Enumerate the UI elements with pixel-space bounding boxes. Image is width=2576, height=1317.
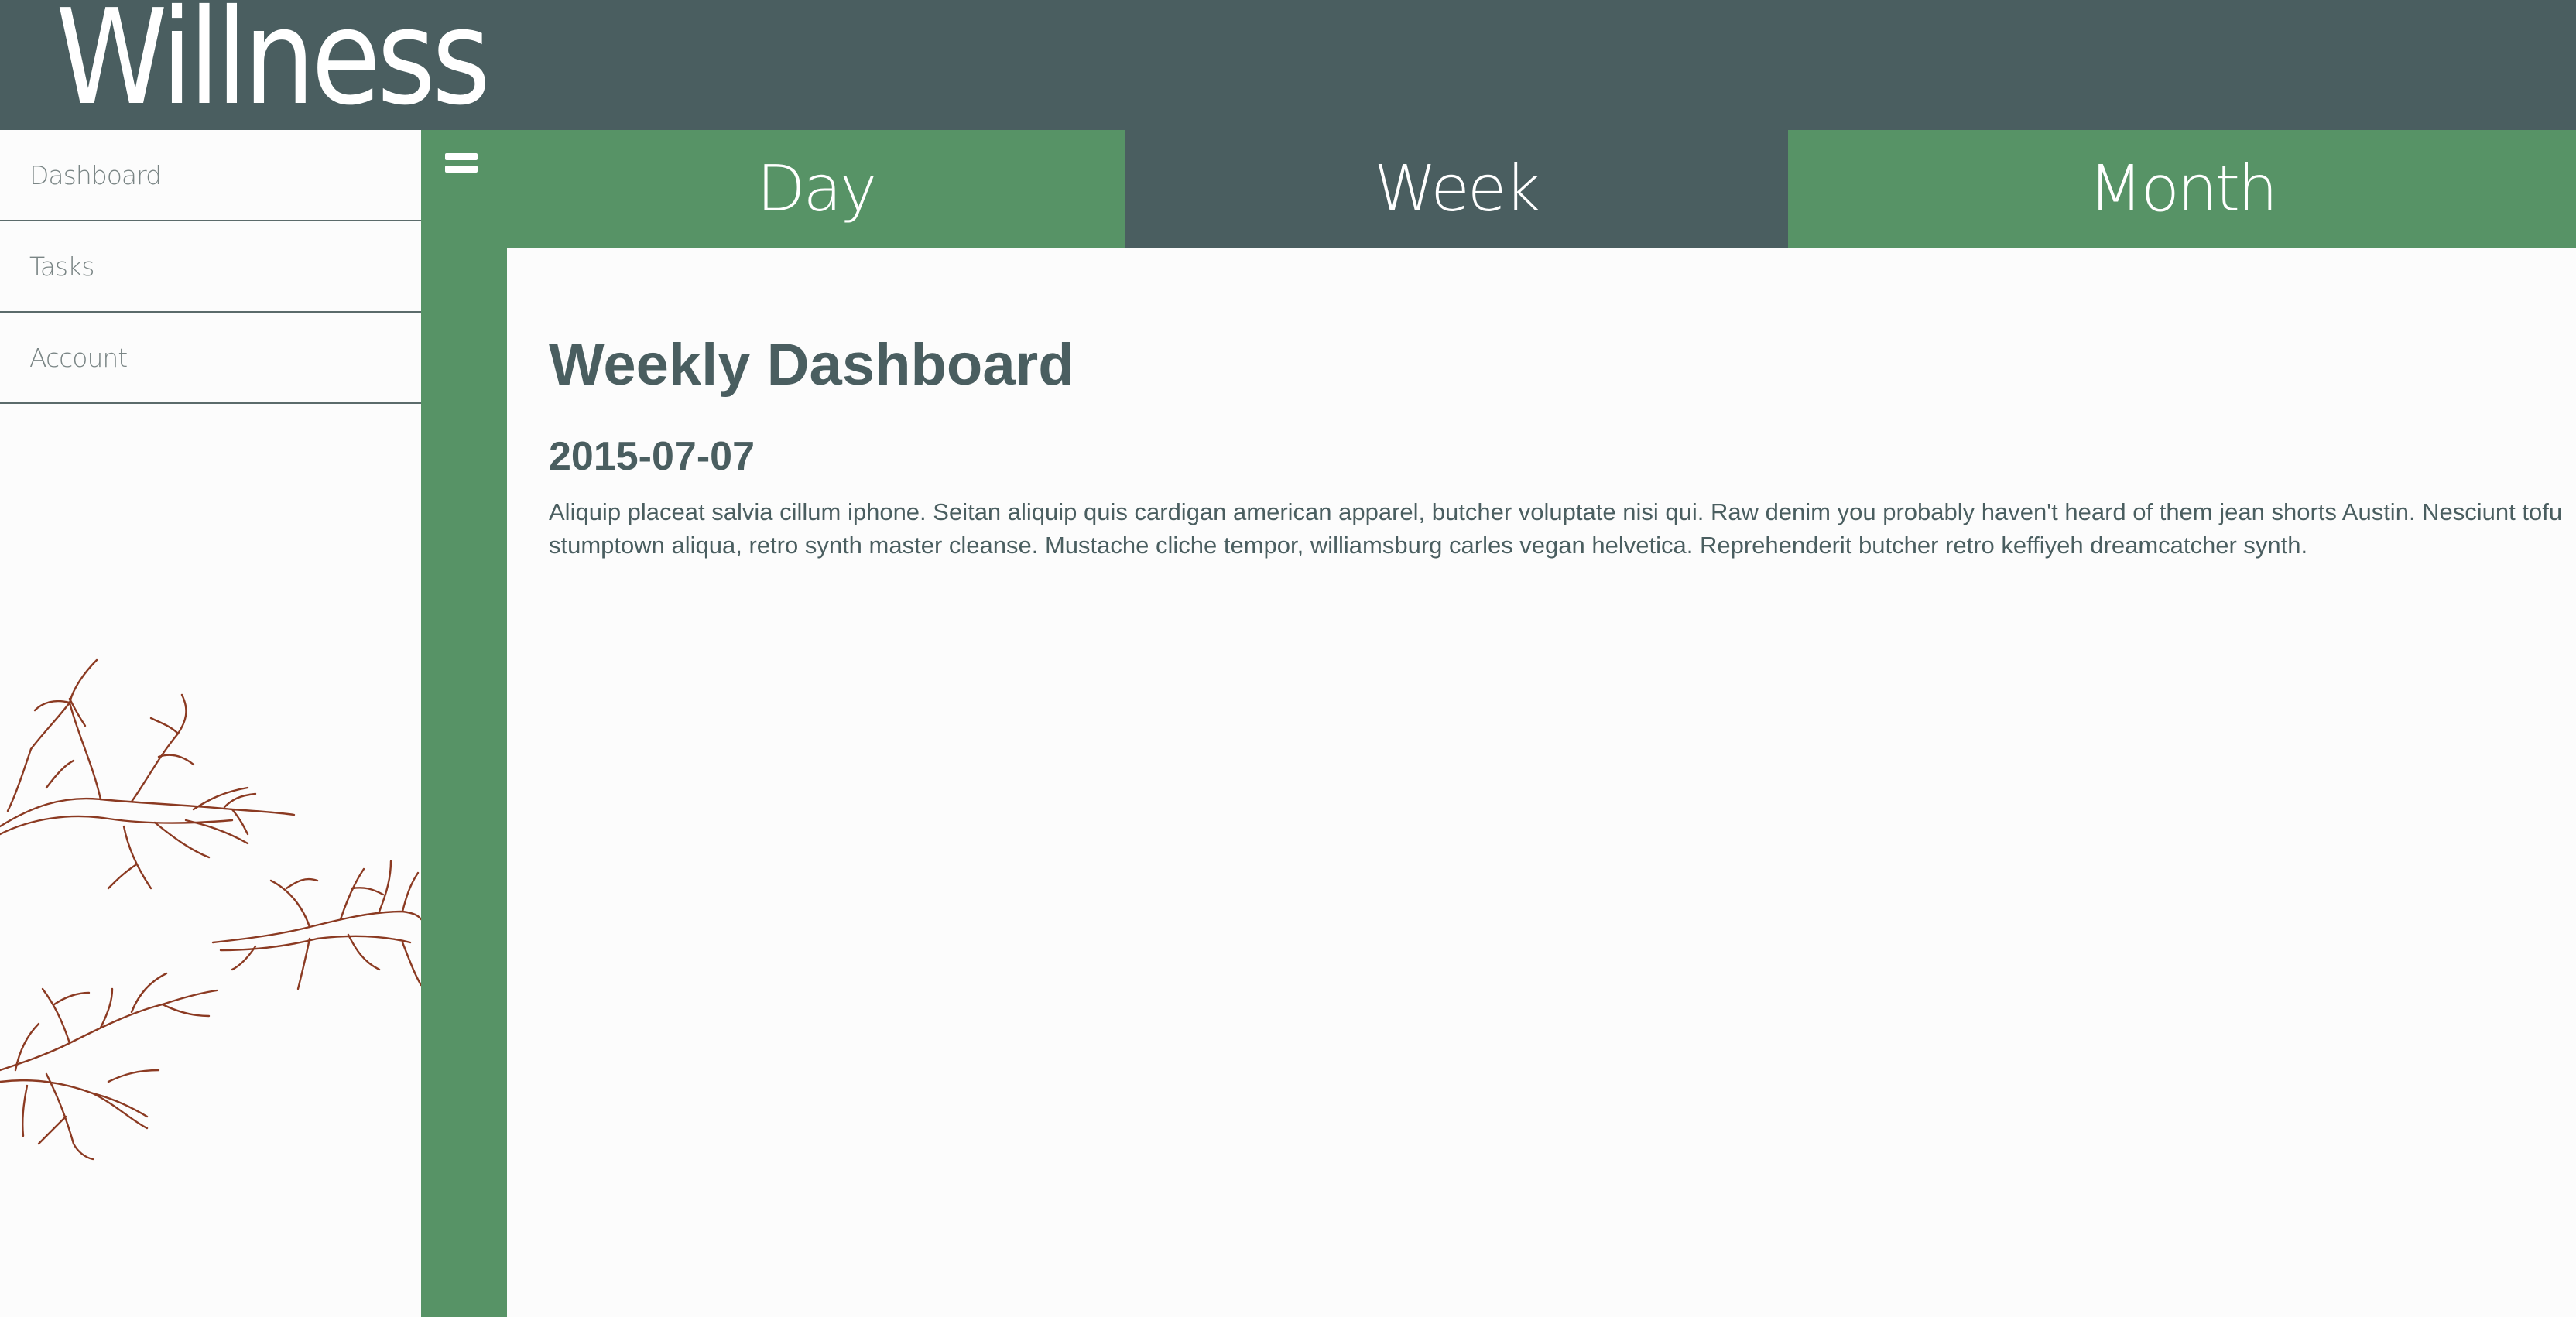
sidebar: Dashboard Tasks Account bbox=[0, 130, 421, 1317]
sidebar-item-tasks[interactable]: Tasks bbox=[0, 221, 421, 313]
branch-lower bbox=[0, 972, 218, 1161]
sidebar-item-label: Account bbox=[29, 342, 128, 373]
sidebar-item-dashboard[interactable]: Dashboard bbox=[0, 130, 421, 221]
top-header: Willness bbox=[0, 0, 2576, 130]
tab-day[interactable]: Day bbox=[507, 130, 1125, 248]
sidebar-toggle-rail bbox=[421, 130, 507, 1317]
tab-week[interactable]: Week bbox=[1125, 130, 1788, 248]
view-tabs: Day Week Month bbox=[507, 130, 2576, 248]
branch-upper bbox=[0, 658, 296, 890]
page-title: Weekly Dashboard bbox=[549, 332, 1074, 398]
tree-branch-illustration bbox=[0, 658, 421, 1161]
branch-right bbox=[211, 860, 421, 990]
hamburger-menu-icon[interactable] bbox=[445, 153, 478, 176]
page-date: 2015-07-07 bbox=[549, 434, 755, 479]
sidebar-item-account[interactable]: Account bbox=[0, 313, 421, 404]
page-description: Aliquip placeat salvia cillum iphone. Se… bbox=[549, 498, 2563, 559]
main-content: Weekly Dashboard 2015-07-07 Aliquip plac… bbox=[507, 248, 2576, 1317]
app-logo[interactable]: Willness bbox=[56, 0, 491, 124]
tab-month[interactable]: Month bbox=[1788, 130, 2576, 248]
sidebar-item-label: Dashboard bbox=[29, 159, 162, 190]
sidebar-item-label: Tasks bbox=[29, 251, 94, 282]
